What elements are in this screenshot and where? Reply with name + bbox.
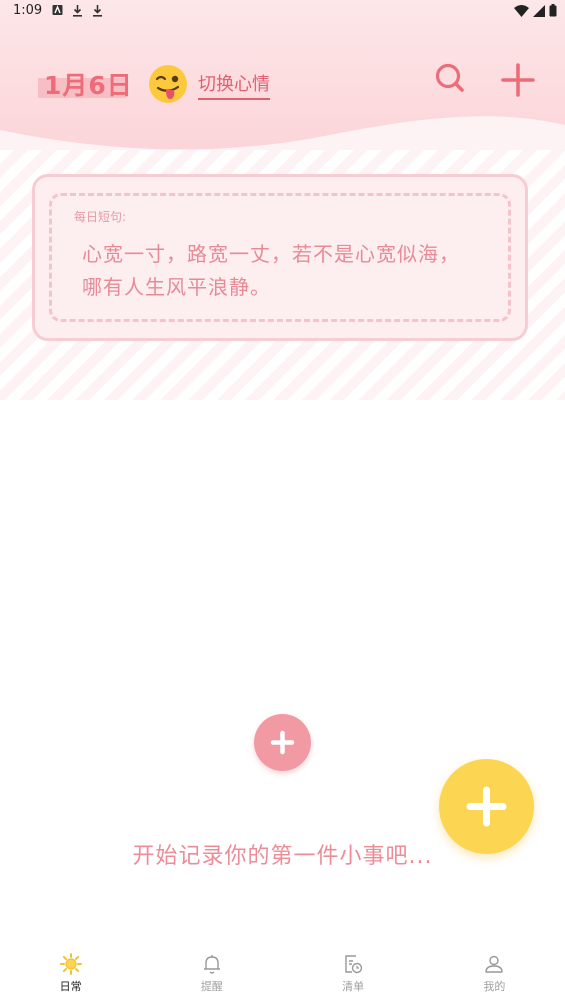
- nav-item-daily[interactable]: 日常: [0, 944, 141, 1004]
- nav-label-checklist: 清单: [342, 980, 365, 993]
- notification-a-icon: [52, 5, 63, 15]
- quote-line-2: 哪有人生风平浪静。: [82, 275, 271, 299]
- signal-icon: [533, 5, 545, 17]
- checklist-clock-icon: [345, 955, 363, 974]
- plus-icon: [466, 786, 507, 827]
- quote-label: 每日短句:: [74, 210, 127, 224]
- status-time: 1:09: [13, 3, 43, 18]
- nav-label-mine: 我的: [483, 980, 506, 993]
- plus-icon: [270, 730, 295, 755]
- switch-mood-button[interactable]: 切换心情: [198, 70, 270, 100]
- quote-text: 心宽一寸，路宽一丈，若不是心宽似海， 哪有人生风平浪静。: [82, 238, 482, 304]
- quote-dashed-border: 每日短句: 心宽一寸，路宽一丈，若不是心宽似海， 哪有人生风平浪静。: [49, 193, 511, 322]
- nav-item-reminder[interactable]: 提醒: [141, 944, 282, 1004]
- sun-icon: [59, 953, 82, 975]
- status-bar: 1:09: [0, 0, 565, 26]
- nav-item-checklist[interactable]: 清单: [283, 944, 424, 1004]
- status-notification-icons: [52, 4, 103, 17]
- status-system-icons: [514, 4, 557, 17]
- download-icon: [73, 5, 82, 17]
- nav-item-mine[interactable]: 我的: [424, 944, 565, 1004]
- download-icon-2: [93, 5, 102, 17]
- nav-label-reminder: 提醒: [200, 980, 223, 993]
- winking-tongue-emoji-icon[interactable]: [148, 64, 188, 104]
- daily-quote-card: 每日短句: 心宽一寸，路宽一丈，若不是心宽似海， 哪有人生风平浪静。: [32, 174, 528, 341]
- battery-icon: [549, 4, 557, 17]
- wifi-icon: [514, 5, 529, 17]
- date-text: 1月6日: [44, 71, 133, 100]
- nav-label-daily: 日常: [59, 980, 82, 993]
- bottom-navigation: 日常 提醒 清单 我的: [0, 944, 565, 1004]
- empty-add-button[interactable]: [254, 714, 311, 771]
- add-icon[interactable]: [500, 62, 536, 98]
- quote-line-1: 心宽一寸，路宽一丈，若不是心宽似海，: [82, 242, 460, 266]
- bell-icon: [203, 955, 220, 974]
- search-icon[interactable]: [434, 62, 466, 94]
- floating-add-button[interactable]: [439, 759, 534, 854]
- date-display: 1月6日: [38, 66, 133, 102]
- user-icon: [485, 955, 504, 973]
